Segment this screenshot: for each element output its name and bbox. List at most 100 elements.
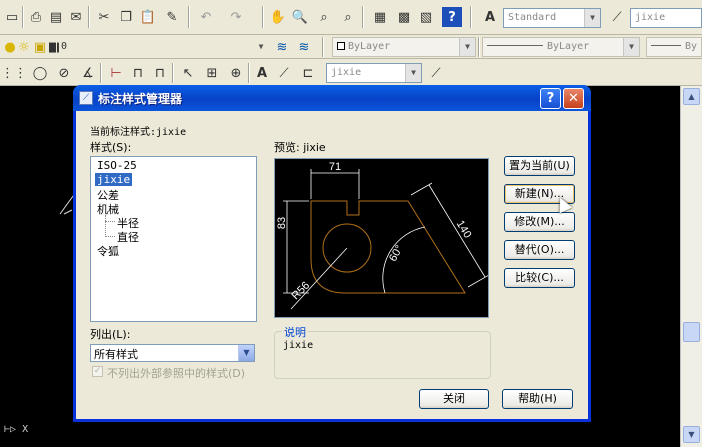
text-style-value: Standard <box>508 12 557 23</box>
dim-style-control-value: jixie <box>331 67 362 78</box>
ucs-x-label: X <box>22 424 29 435</box>
text-style-combo[interactable]: Standard ▼ <box>503 8 601 28</box>
toolbar-separator <box>22 6 24 28</box>
list-filter-value: 所有样式 <box>94 348 138 361</box>
set-current-button[interactable]: 置为当前(U) <box>504 156 575 176</box>
quick-dim-icon[interactable]: ⊢ <box>106 63 126 83</box>
dim-style-combo[interactable]: jixie <box>630 8 702 28</box>
dim-line-140 <box>428 184 486 278</box>
scrollbar-thumb[interactable] <box>683 322 700 342</box>
preview-pane: 71 83 140 60° R56 <box>274 158 490 318</box>
scroll-up-icon[interactable]: ▲ <box>683 88 700 105</box>
pan-icon[interactable]: ✋ <box>268 7 288 27</box>
override-button[interactable]: 替代(O)... <box>504 240 575 260</box>
layers-toolbar: ● ☼ ▣ ■ 0 ▼ ≋ ≋ ByLayer ▼ ByLayer ▼ By <box>0 35 702 59</box>
make-current-layer-icon[interactable]: ≋ <box>272 37 292 57</box>
preview-outline <box>310 200 466 294</box>
preview-label-text: 预览: jixie <box>274 141 326 154</box>
description-text: jixie <box>283 340 314 351</box>
title-close-button[interactable]: ✕ <box>563 88 584 109</box>
help-icon[interactable]: ? <box>442 7 462 27</box>
tree-connector <box>105 215 106 237</box>
linetype-combo[interactable]: ByLayer ▼ <box>482 37 640 57</box>
publish-icon[interactable]: ✉ <box>66 7 86 27</box>
layer-combo[interactable]: 0 ▼ <box>56 37 270 57</box>
dim-update-icon[interactable]: ⊏ <box>298 63 318 83</box>
dim-diameter-icon[interactable]: ⊘ <box>54 63 74 83</box>
preview-label: 预览: jixie <box>274 139 326 155</box>
toolbar-separator <box>172 63 174 83</box>
lineweight-combo[interactable]: By <box>646 37 702 57</box>
styles-label: 样式(S): <box>90 141 132 154</box>
dim-baseline-icon[interactable]: ⊓ <box>128 63 148 83</box>
standard-toolbar: ▭ ⎙ ▤ ✉ ✂ ❐ 📋 ✎ ↶ ↷ ✋ 🔍 ⌕ ⌕ ▦ ▩ ▧ ? A St… <box>0 0 702 35</box>
zoom-window-icon[interactable]: ⌕ <box>314 7 334 27</box>
print-icon[interactable]: ⎙ <box>26 7 46 27</box>
color-combo[interactable]: ByLayer ▼ <box>332 37 476 57</box>
quick-leader-icon[interactable]: ↖ <box>178 63 198 83</box>
dim-radius-icon[interactable]: ◯ <box>30 63 50 83</box>
dim-text-60: 60° <box>387 243 406 263</box>
styles-list[interactable]: ISO-25 jixie 公差 机械 半径 直径 令狐 <box>90 156 257 322</box>
current-style-label: 当前标注样式:jixie <box>90 127 187 138</box>
design-center-icon[interactable]: ▩ <box>394 7 414 27</box>
open-icon[interactable]: ▭ <box>2 7 22 27</box>
dialog-title: 标注样式管理器 <box>98 92 183 106</box>
dim-angular-icon[interactable]: ∡ <box>78 63 98 83</box>
color-value: ByLayer <box>348 41 391 52</box>
dim-text-r56: R56 <box>289 279 312 302</box>
dim-text-edit-icon[interactable]: ⟋ <box>274 63 294 83</box>
cut-icon[interactable]: ✂ <box>94 7 114 27</box>
plot-preview-icon[interactable]: ▤ <box>46 7 66 27</box>
dim-continue-icon[interactable]: ⊓ <box>150 63 170 83</box>
list-item[interactable]: 令狐 <box>97 243 119 259</box>
dim-style-control-combo[interactable]: jixie ▼ <box>326 63 422 83</box>
dim-style-manager-icon[interactable]: ⟋ <box>426 63 446 83</box>
vertical-scrollbar[interactable]: ▲ ▼ <box>680 86 702 447</box>
text-style-icon[interactable]: A <box>480 7 500 27</box>
modify-button[interactable]: 修改(M)... <box>504 212 575 232</box>
paste-icon[interactable]: 📋 <box>138 7 158 27</box>
list-item[interactable]: 直径 <box>117 229 139 245</box>
tolerance-icon[interactable]: ⊞ <box>202 63 222 83</box>
redo-icon[interactable]: ↷ <box>226 7 246 27</box>
compare-button[interactable]: 比较(C)... <box>504 268 575 288</box>
chevron-down-icon[interactable]: ▼ <box>584 9 600 27</box>
dialog-titlebar[interactable]: ⟋ 标注样式管理器 ? ✕ <box>73 85 591 111</box>
autocad-window: ▭ ⎙ ▤ ✉ ✂ ❐ 📋 ✎ ↶ ↷ ✋ 🔍 ⌕ ⌕ ▦ ▩ ▧ ? A St… <box>0 0 702 447</box>
chevron-down-icon[interactable]: ▼ <box>623 38 639 56</box>
toolbar-separator <box>262 6 264 28</box>
chevron-down-icon[interactable]: ▼ <box>405 64 421 82</box>
layer-previous-icon[interactable]: ≋ <box>294 37 314 57</box>
tool-palettes-icon[interactable]: ▧ <box>416 7 436 27</box>
title-help-button[interactable]: ? <box>540 88 561 109</box>
chevron-down-icon[interactable]: ▼ <box>238 345 254 361</box>
dim-style-icon[interactable]: ⟋ <box>607 7 627 27</box>
properties-icon[interactable]: ▦ <box>370 7 390 27</box>
chevron-down-icon[interactable]: ▼ <box>253 38 269 56</box>
linetype-value: ByLayer <box>547 41 590 52</box>
grip-icon: ⋮⋮ <box>1 65 27 81</box>
toolbar-separator <box>100 63 102 83</box>
list-item[interactable]: ISO-25 <box>97 159 137 172</box>
close-button[interactable]: 关闭 <box>419 389 489 409</box>
help-button[interactable]: 帮助(H) <box>502 389 573 409</box>
list-item-selected[interactable]: jixie <box>95 173 133 186</box>
copy-icon[interactable]: ❐ <box>116 7 136 27</box>
description-caption: 说明 <box>282 324 308 340</box>
color-swatch-icon <box>337 42 345 50</box>
zoom-previous-icon[interactable]: ⌕ <box>338 7 358 27</box>
dim-edit-icon[interactable]: A <box>252 63 272 83</box>
xref-checkbox[interactable]: ✓ <box>92 366 103 377</box>
linetype-sample-icon <box>487 45 543 46</box>
list-item[interactable]: 机械 <box>97 201 119 217</box>
list-label: 列出(L): <box>90 328 131 341</box>
zoom-realtime-icon[interactable]: 🔍 <box>290 7 310 27</box>
scroll-down-icon[interactable]: ▼ <box>683 426 700 443</box>
preview-drawing: 71 83 140 60° R56 <box>276 161 490 310</box>
undo-icon[interactable]: ↶ <box>196 7 216 27</box>
match-properties-icon[interactable]: ✎ <box>162 7 182 27</box>
chevron-down-icon[interactable]: ▼ <box>459 38 475 56</box>
list-filter-select[interactable]: 所有样式 ▼ <box>90 344 255 362</box>
center-mark-icon[interactable]: ⊕ <box>226 63 246 83</box>
